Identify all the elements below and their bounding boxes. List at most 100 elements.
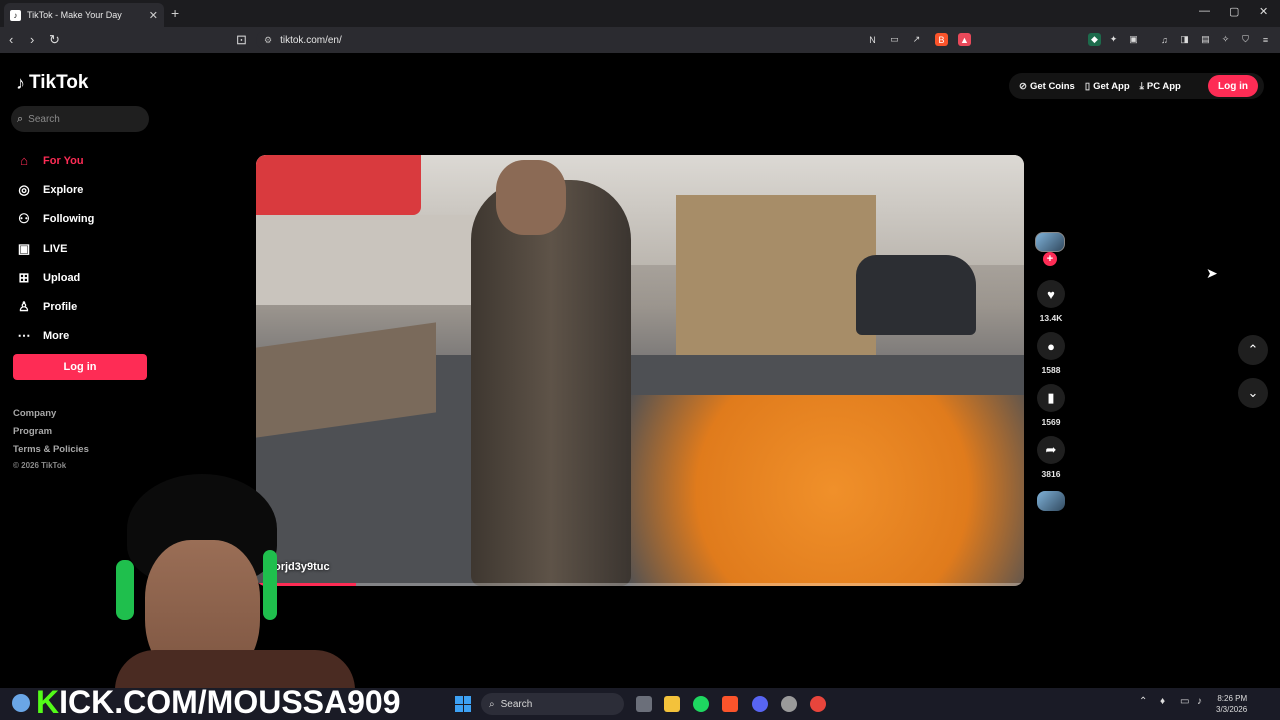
browser-tab[interactable]: ♪ TikTok - Make Your Day ✕ bbox=[4, 3, 164, 27]
weather-icon[interactable] bbox=[12, 694, 30, 712]
heart-icon[interactable]: ♥ bbox=[1037, 280, 1065, 308]
get-app-label: Get App bbox=[1093, 80, 1130, 92]
sidebar-item-label: Explore bbox=[43, 183, 84, 196]
webcam-shirt bbox=[115, 650, 355, 688]
taskbar-search[interactable]: ⌕ Search bbox=[481, 693, 624, 715]
reader-icon[interactable]: ▣ bbox=[1127, 33, 1140, 46]
app-icon[interactable] bbox=[781, 696, 797, 712]
footer-link-company[interactable]: Company bbox=[13, 408, 89, 426]
leo-ai-icon[interactable]: ✧ bbox=[1219, 33, 1232, 46]
like-count: 13.4K bbox=[1039, 313, 1063, 323]
url-text: tiktok.com/en/ bbox=[280, 34, 342, 46]
like-action[interactable]: ♥ 13.4K bbox=[1036, 280, 1066, 323]
headphone-left bbox=[116, 560, 134, 620]
music-disc-icon[interactable] bbox=[1037, 491, 1065, 511]
windows-start-icon[interactable] bbox=[455, 696, 471, 712]
browser-tabbar: ♪ TikTok - Make Your Day ✕ + — ▢ ✕ bbox=[0, 0, 1280, 27]
tray-chevron-icon[interactable]: ⌃ bbox=[1139, 696, 1147, 707]
kick-rest: ICK.COM/MOUSSA909 bbox=[59, 684, 401, 720]
footer-link-terms[interactable]: Terms & Policies bbox=[13, 444, 89, 462]
translate-icon[interactable]: N bbox=[866, 33, 879, 46]
system-clock[interactable]: 8:26 PM 3/3/2026 bbox=[1216, 693, 1247, 715]
tiktok-logo[interactable]: ♪ TikTok bbox=[16, 72, 88, 94]
sidebar-item-label: More bbox=[43, 330, 70, 343]
taskbar-search-label: Search bbox=[500, 698, 533, 710]
tab-close-icon[interactable]: ✕ bbox=[149, 9, 158, 22]
share-arrow-icon[interactable]: ➦ bbox=[1037, 436, 1065, 464]
close-window-button[interactable]: ✕ bbox=[1259, 5, 1268, 18]
sidebar-item-live[interactable]: ▣ LIVE bbox=[16, 234, 156, 263]
mouse-cursor-icon: ➤ bbox=[1206, 265, 1218, 281]
video-player[interactable]: orjd3y9tuc bbox=[256, 155, 1024, 586]
sidebar-item-explore[interactable]: ◎ Explore bbox=[16, 175, 156, 204]
sidebar-item-profile[interactable]: ♙ Profile bbox=[16, 292, 156, 321]
video-frame-head bbox=[496, 160, 566, 235]
sidebar-icon[interactable]: ◨ bbox=[1178, 33, 1191, 46]
extensions-icon[interactable]: ✦ bbox=[1107, 33, 1120, 46]
network-icon[interactable]: ▭ bbox=[1180, 696, 1189, 707]
extension-icon[interactable]: ◆ bbox=[1088, 33, 1101, 46]
search-icon: ⌕ bbox=[489, 698, 495, 710]
comment-action[interactable]: ● 1588 bbox=[1036, 332, 1066, 375]
cast-icon[interactable]: ▭ bbox=[888, 33, 901, 46]
get-app-link[interactable]: ▯ Get App bbox=[1085, 81, 1130, 92]
save-action[interactable]: ▮ 1569 bbox=[1036, 384, 1066, 427]
footer-links: Company Program Terms & Policies bbox=[13, 408, 89, 462]
wallet-icon[interactable]: ▤ bbox=[1199, 33, 1212, 46]
bookmark-icon[interactable]: ⊡ bbox=[236, 32, 247, 48]
sidebar-item-label: For You bbox=[43, 154, 84, 167]
tab-title: TikTok - Make Your Day bbox=[27, 10, 122, 20]
file-explorer-icon[interactable] bbox=[664, 696, 680, 712]
kick-prefix: K bbox=[36, 684, 60, 720]
task-view-icon[interactable] bbox=[636, 696, 652, 712]
header-login-button[interactable]: Log in bbox=[1208, 75, 1258, 97]
maximize-button[interactable]: ▢ bbox=[1229, 5, 1239, 18]
follow-plus-icon[interactable]: + bbox=[1043, 252, 1057, 266]
bookmark-icon[interactable]: ▮ bbox=[1037, 384, 1065, 412]
more-icon: ⋯ bbox=[17, 328, 31, 344]
chevron-down-icon[interactable]: ⌄ bbox=[1238, 378, 1268, 408]
microphone-icon[interactable]: ♦ bbox=[1160, 696, 1165, 707]
share-action[interactable]: ➦ 3816 bbox=[1036, 436, 1066, 479]
clock-time: 8:26 PM bbox=[1217, 694, 1248, 703]
brave-shields-icon[interactable]: B bbox=[935, 33, 948, 46]
sidebar-item-following[interactable]: ⚇ Following bbox=[16, 205, 156, 234]
video-frame-person bbox=[471, 180, 631, 586]
volume-icon[interactable]: ♪ bbox=[1197, 696, 1202, 707]
spotify-icon[interactable] bbox=[693, 696, 709, 712]
chrome-icon[interactable] bbox=[810, 696, 826, 712]
sidebar-item-for-you[interactable]: ⌂ For You bbox=[16, 146, 156, 175]
new-tab-button[interactable]: + bbox=[171, 5, 179, 21]
video-progress-bar[interactable] bbox=[256, 583, 1024, 586]
clock-date: 3/3/2026 bbox=[1216, 705, 1248, 714]
creator-avatar[interactable] bbox=[1035, 232, 1065, 252]
site-info-icon[interactable]: ⚙ bbox=[264, 35, 272, 46]
menu-icon[interactable]: ≡ bbox=[1259, 33, 1272, 46]
discord-icon[interactable] bbox=[752, 696, 768, 712]
search-placeholder: Search bbox=[28, 113, 60, 125]
brave-icon[interactable] bbox=[722, 696, 738, 712]
video-frame-truck bbox=[676, 195, 876, 355]
sidebar-login-button[interactable]: Log in bbox=[13, 354, 147, 380]
tiktok-favicon-icon: ♪ bbox=[10, 9, 21, 21]
share-icon[interactable]: ↗ bbox=[910, 33, 923, 46]
chevron-up-icon[interactable]: ⌃ bbox=[1238, 335, 1268, 365]
kick-watermark: KICK.COM/MOUSSA909 bbox=[36, 684, 401, 720]
minimize-button[interactable]: — bbox=[1199, 5, 1210, 17]
brave-rewards-icon[interactable]: ▲ bbox=[958, 33, 971, 46]
vpn-icon[interactable]: ⛉ bbox=[1239, 33, 1252, 46]
pc-app-link[interactable]: ⤓ PC App bbox=[1140, 81, 1181, 92]
reload-icon[interactable]: ↻ bbox=[49, 32, 60, 48]
video-frame-car bbox=[856, 255, 976, 335]
sidebar-item-more[interactable]: ⋯ More bbox=[16, 322, 156, 351]
save-count: 1569 bbox=[1041, 417, 1061, 427]
comment-icon[interactable]: ● bbox=[1037, 332, 1065, 360]
sidebar-item-upload[interactable]: ⊞ Upload bbox=[16, 263, 156, 292]
footer-link-program[interactable]: Program bbox=[13, 426, 89, 444]
back-icon[interactable]: ‹ bbox=[9, 32, 13, 47]
get-coins-link[interactable]: ⊘ Get Coins bbox=[1019, 81, 1075, 92]
search-input[interactable]: ⌕ Search bbox=[11, 106, 149, 132]
forward-icon[interactable]: › bbox=[30, 32, 34, 47]
sidebar-item-label: Upload bbox=[43, 271, 81, 284]
music-icon[interactable]: ♫ bbox=[1158, 33, 1171, 46]
